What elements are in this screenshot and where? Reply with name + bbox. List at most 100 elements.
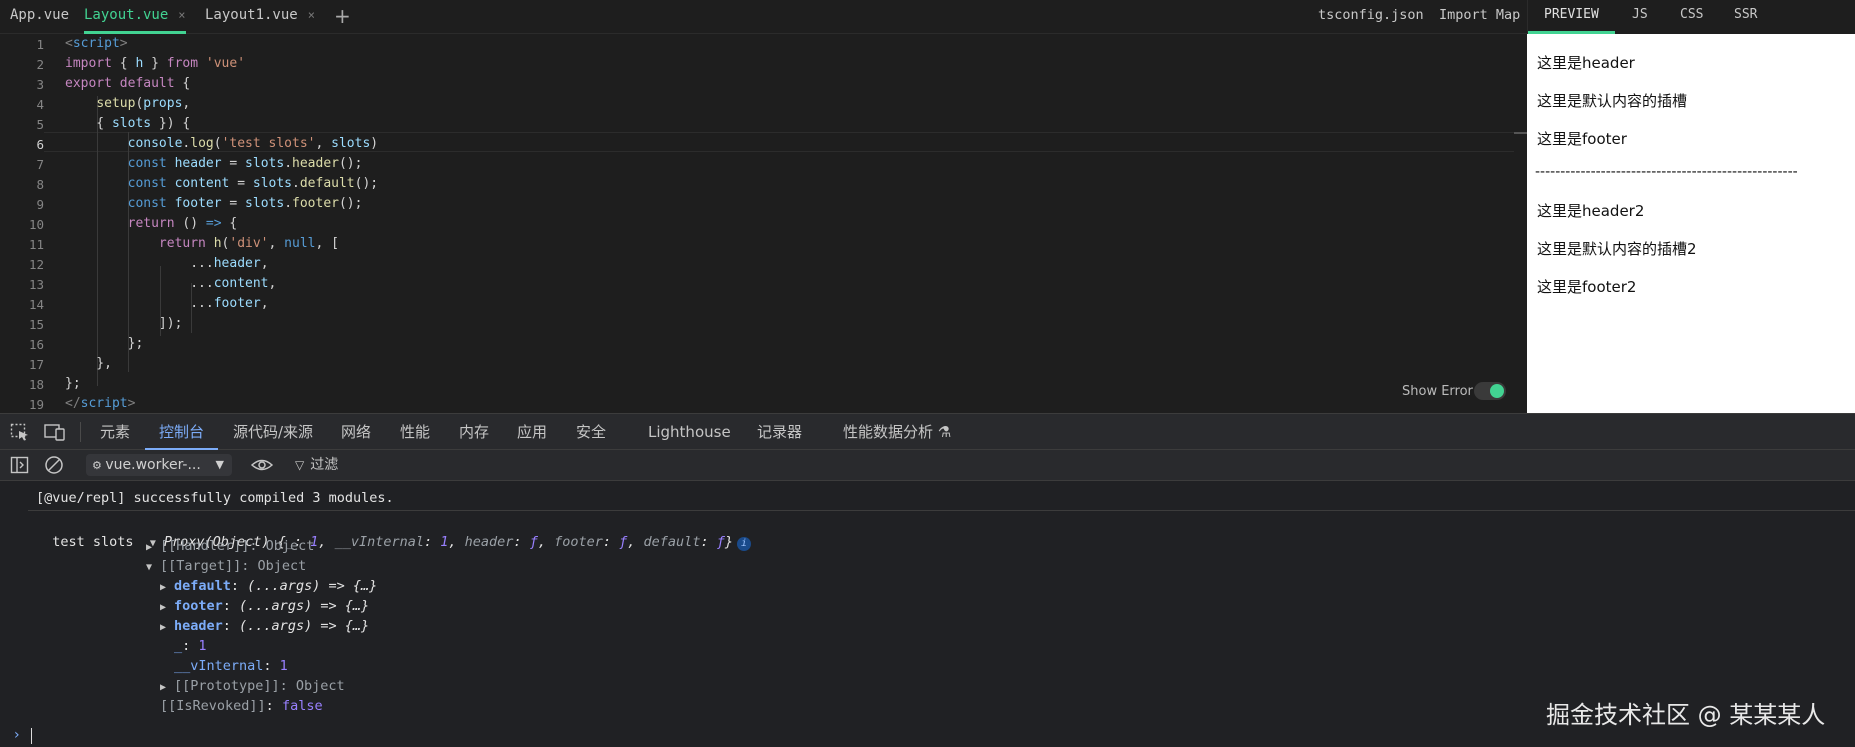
code-line: ]); xyxy=(65,316,183,331)
gear-icon: ⚙ xyxy=(92,459,106,472)
console-toolbar: ⚙ vue.worker-... ▼ ▽ 过滤 xyxy=(0,450,1855,481)
tab-recorder[interactable]: 记录器 xyxy=(757,414,802,450)
prop-key: __vInternal xyxy=(174,658,264,674)
tab-label: App.vue xyxy=(10,7,70,23)
code-line: }; xyxy=(65,376,81,391)
preview-tab-bar: PREVIEW JS CSS SSR xyxy=(1527,0,1855,34)
tree-row-underscore: _: 1 xyxy=(174,638,207,654)
tab-memory[interactable]: 内存 xyxy=(459,414,489,450)
code-line: export default { xyxy=(65,76,191,91)
close-icon[interactable]: × xyxy=(308,8,315,22)
tab-js[interactable]: JS xyxy=(1632,0,1648,34)
function-glyph: ƒ xyxy=(529,534,538,550)
expand-arrow-icon[interactable]: ▶ xyxy=(160,622,174,633)
inspect-element-icon[interactable] xyxy=(10,423,30,441)
code-editor[interactable]: 1 2 3 4 5 6 7 8 9 10 11 12 13 14 15 16 17 18 19 <script> i… xyxy=(0,34,1527,413)
line-number: 11 xyxy=(28,237,44,252)
code-line: setup(props, xyxy=(96,96,191,111)
expand-arrow-icon[interactable]: ▶ xyxy=(160,602,174,613)
tsconfig-link[interactable]: tsconfig.json xyxy=(1318,0,1424,34)
code-line: ...header, xyxy=(65,256,269,271)
expand-arrow-icon[interactable]: ▶ xyxy=(160,582,174,593)
toggle-knob xyxy=(1490,384,1504,398)
line-number: 5 xyxy=(36,117,44,132)
tab-console[interactable]: 控制台 xyxy=(145,414,219,450)
tab-css[interactable]: CSS xyxy=(1680,0,1703,34)
expand-arrow-icon[interactable]: ▶ xyxy=(146,542,160,553)
line-number: 6 xyxy=(36,137,44,152)
line-number: 2 xyxy=(36,57,44,72)
expand-arrow-icon[interactable]: ▶ xyxy=(160,682,174,693)
code-line: const footer = slots.footer(); xyxy=(127,196,363,211)
preview-text: 这里是header xyxy=(1537,54,1635,72)
collapse-arrow-icon[interactable]: ▼ xyxy=(146,562,160,573)
tab-layout-vue[interactable]: Layout.vue × xyxy=(84,0,186,34)
tree-row-default[interactable]: ▶ default: (...args) => {…} xyxy=(160,578,377,594)
console-log-entry[interactable]: test slots ▼ Proxy(Object) {_: 1, __vInte… xyxy=(36,518,751,551)
tab-layout1-vue[interactable]: Layout1.vue × xyxy=(205,0,315,34)
preview-pane: 这里是header 这里是默认内容的插槽 这里是footer ---------… xyxy=(1527,34,1855,413)
code-line: return h('div', null, [ xyxy=(158,236,339,251)
show-error-toggle[interactable] xyxy=(1474,382,1506,400)
tab-performance[interactable]: 性能 xyxy=(400,414,430,450)
tab-ssr[interactable]: SSR xyxy=(1734,0,1757,34)
preview-separator: ----------------------------------------… xyxy=(1535,164,1798,180)
tab-application[interactable]: 应用 xyxy=(517,414,547,450)
line-number: 18 xyxy=(28,377,44,392)
summary-key: default xyxy=(643,534,701,550)
tab-security[interactable]: 安全 xyxy=(576,414,606,450)
tab-performance-insights[interactable]: 性能数据分析 ⚗ xyxy=(843,414,951,450)
preview-text: 这里是默认内容的插槽2 xyxy=(1537,240,1697,258)
live-expression-eye-icon[interactable] xyxy=(250,456,274,474)
code-line: import { h } from 'vue' xyxy=(65,56,246,71)
chevron-down-icon: ▼ xyxy=(215,458,224,471)
tab-lighthouse[interactable]: Lighthouse xyxy=(648,414,731,450)
devtools-tab-bar: 元素 控制台 源代码/来源 网络 性能 内存 应用 安全 Lighthouse … xyxy=(0,413,1855,450)
filter-icon: ▽ xyxy=(295,458,305,472)
prop-value: false xyxy=(281,698,323,714)
info-icon[interactable]: i xyxy=(737,537,751,551)
tab-network[interactable]: 网络 xyxy=(341,414,371,450)
target-entry: [[Target]]: Object xyxy=(160,558,307,574)
minimap-marker xyxy=(1514,132,1527,134)
code-line: }, xyxy=(65,356,112,371)
line-number: 12 xyxy=(28,257,44,272)
console-message: [@vue/repl] successfully compiled 3 modu… xyxy=(36,490,394,506)
prop-key: footer xyxy=(174,598,223,614)
line-number: 16 xyxy=(28,337,44,352)
context-label: vue.worker-... xyxy=(105,457,201,473)
line-number: 15 xyxy=(28,317,44,332)
clear-console-icon[interactable] xyxy=(44,455,64,475)
device-toolbar-icon[interactable] xyxy=(44,423,65,441)
line-number: 8 xyxy=(36,177,44,192)
line-number: 7 xyxy=(36,157,44,172)
close-icon[interactable]: × xyxy=(178,8,185,22)
tree-row-prototype[interactable]: ▶ [[Prototype]]: Object xyxy=(160,678,345,694)
line-number: 3 xyxy=(36,77,44,92)
tree-row-header[interactable]: ▶ header: (...args) => {…} xyxy=(160,618,369,634)
sidebar-toggle-icon[interactable] xyxy=(10,456,30,474)
prop-key: header xyxy=(174,618,223,634)
file-tab-bar: App.vue Layout.vue × Layout1.vue × + tscon… xyxy=(0,0,1527,34)
console-separator xyxy=(28,510,1855,511)
watermark: 掘金技术社区 @ 某某某人 xyxy=(1546,701,1826,729)
prop-value: (...args) => {…} xyxy=(239,618,370,634)
preview-text: 这里是默认内容的插槽 xyxy=(1537,92,1688,110)
console-input-caret[interactable] xyxy=(31,728,32,744)
tree-row-target[interactable]: ▼ [[Target]]: Object xyxy=(146,558,306,574)
tab-app-vue[interactable]: App.vue xyxy=(10,0,69,34)
toolbar-divider xyxy=(80,422,81,442)
add-file-button[interactable]: + xyxy=(334,2,351,30)
tree-row-footer[interactable]: ▶ footer: (...args) => {…} xyxy=(160,598,369,614)
tree-row-handler[interactable]: ▶ [[Handler]]: Object xyxy=(146,538,314,554)
import-map-link[interactable]: Import Map xyxy=(1439,0,1520,34)
tab-preview[interactable]: PREVIEW xyxy=(1528,0,1615,34)
function-glyph: ƒ xyxy=(716,534,725,550)
tab-sources[interactable]: 源代码/来源 xyxy=(233,414,313,450)
tab-elements[interactable]: 元素 xyxy=(100,414,130,450)
context-selector[interactable]: ⚙ vue.worker-... ▼ xyxy=(86,454,232,476)
summary-key: header xyxy=(464,534,514,550)
line-number: 9 xyxy=(36,197,44,212)
prototype-entry: [[Prototype]]: Object xyxy=(174,678,345,694)
console-filter-input[interactable]: ▽ 过滤 xyxy=(295,454,495,476)
